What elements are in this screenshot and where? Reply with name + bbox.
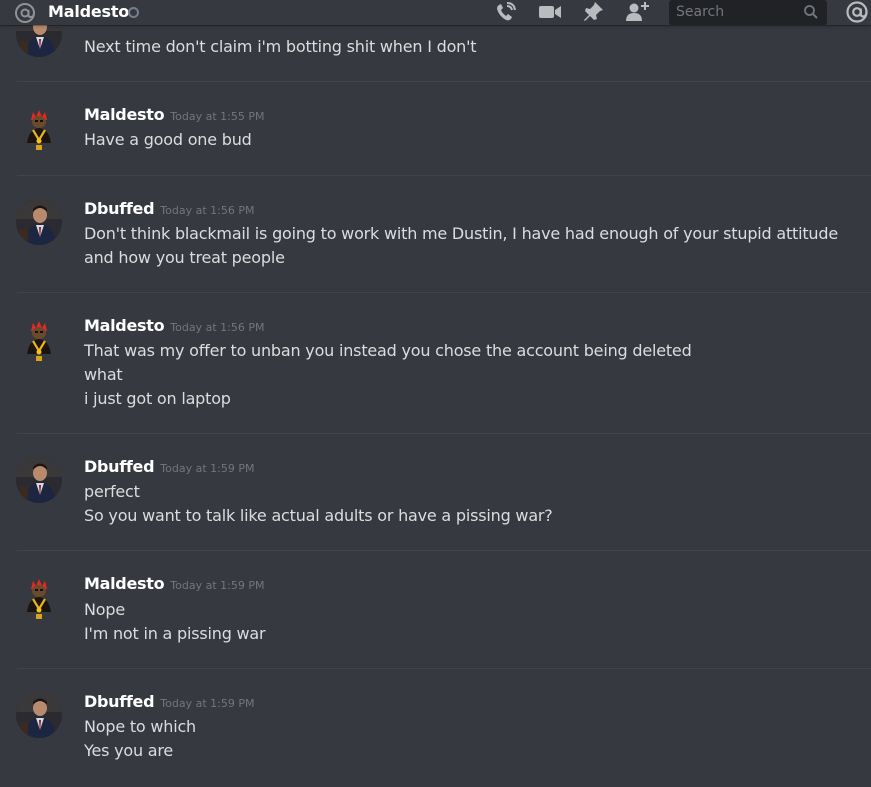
- message-author[interactable]: Dbuffed Today at 1:56 PM: [84, 199, 254, 221]
- pin-icon[interactable]: [581, 0, 607, 24]
- message-divider: [17, 433, 871, 434]
- author-name[interactable]: Dbuffed: [84, 692, 155, 711]
- message-text: perfect: [84, 482, 140, 501]
- message-text: Have a good one bud: [84, 130, 252, 149]
- channel-header: Maldesto Search: [0, 0, 871, 25]
- video-camera-icon[interactable]: [537, 0, 563, 24]
- message-list[interactable]: Next time don't claim i'm botting shit w…: [0, 0, 871, 787]
- message-timestamp: Today at 1:59 PM: [170, 579, 265, 592]
- author-name[interactable]: Dbuffed: [84, 199, 155, 218]
- author-name[interactable]: Maldesto: [84, 105, 165, 124]
- message-divider: [17, 292, 871, 293]
- search-placeholder: Search: [676, 4, 725, 20]
- status-offline-icon: [128, 7, 139, 18]
- message-text: Next time don't claim i'm botting shit w…: [84, 37, 477, 56]
- message-text: Yes you are: [84, 741, 174, 760]
- message-author[interactable]: Maldesto Today at 1:56 PM: [84, 316, 264, 338]
- mentions-icon[interactable]: [843, 0, 871, 24]
- message-author[interactable]: Maldesto Today at 1:59 PM: [84, 574, 264, 596]
- search-icon[interactable]: [803, 4, 819, 20]
- avatar[interactable]: [16, 316, 62, 362]
- message-divider: [17, 550, 871, 551]
- dm-window: Next time don't claim i'm botting shit w…: [0, 0, 871, 787]
- author-name[interactable]: Dbuffed: [84, 457, 155, 476]
- message-author[interactable]: Maldesto Today at 1:55 PM: [84, 105, 264, 127]
- at-icon: [15, 3, 35, 23]
- avatar[interactable]: [16, 574, 62, 620]
- search-input[interactable]: Search: [669, 0, 827, 25]
- phone-call-icon[interactable]: [493, 0, 519, 24]
- message-timestamp: Today at 1:55 PM: [170, 110, 265, 123]
- message-text: So you want to talk like actual adults o…: [84, 506, 553, 525]
- message-text: Nope: [84, 600, 125, 619]
- author-name[interactable]: Maldesto: [84, 574, 165, 593]
- message-divider: [17, 668, 871, 669]
- avatar[interactable]: [16, 105, 62, 151]
- message-timestamp: Today at 1:56 PM: [160, 204, 255, 217]
- message-timestamp: Today at 1:59 PM: [160, 462, 255, 475]
- avatar[interactable]: [16, 692, 62, 738]
- message-divider: [17, 175, 871, 176]
- message-timestamp: Today at 1:59 PM: [160, 697, 255, 710]
- avatar[interactable]: [16, 199, 62, 245]
- channel-name: Maldesto: [48, 2, 130, 21]
- message-text: Don't think blackmail is going to work w…: [84, 224, 838, 267]
- message-author[interactable]: Dbuffed Today at 1:59 PM: [84, 457, 254, 479]
- message-text: what: [84, 365, 123, 384]
- author-name[interactable]: Maldesto: [84, 316, 165, 335]
- avatar[interactable]: [16, 457, 62, 503]
- message-divider: [17, 81, 871, 82]
- message-timestamp: Today at 1:56 PM: [170, 321, 265, 334]
- message-author[interactable]: Dbuffed Today at 1:59 PM: [84, 692, 254, 714]
- message-text: i just got on laptop: [84, 389, 231, 408]
- add-user-icon[interactable]: [624, 0, 650, 24]
- message-text: I'm not in a pissing war: [84, 624, 266, 643]
- message-text: That was my offer to unban you instead y…: [84, 341, 692, 360]
- message-text: Nope to which: [84, 717, 197, 736]
